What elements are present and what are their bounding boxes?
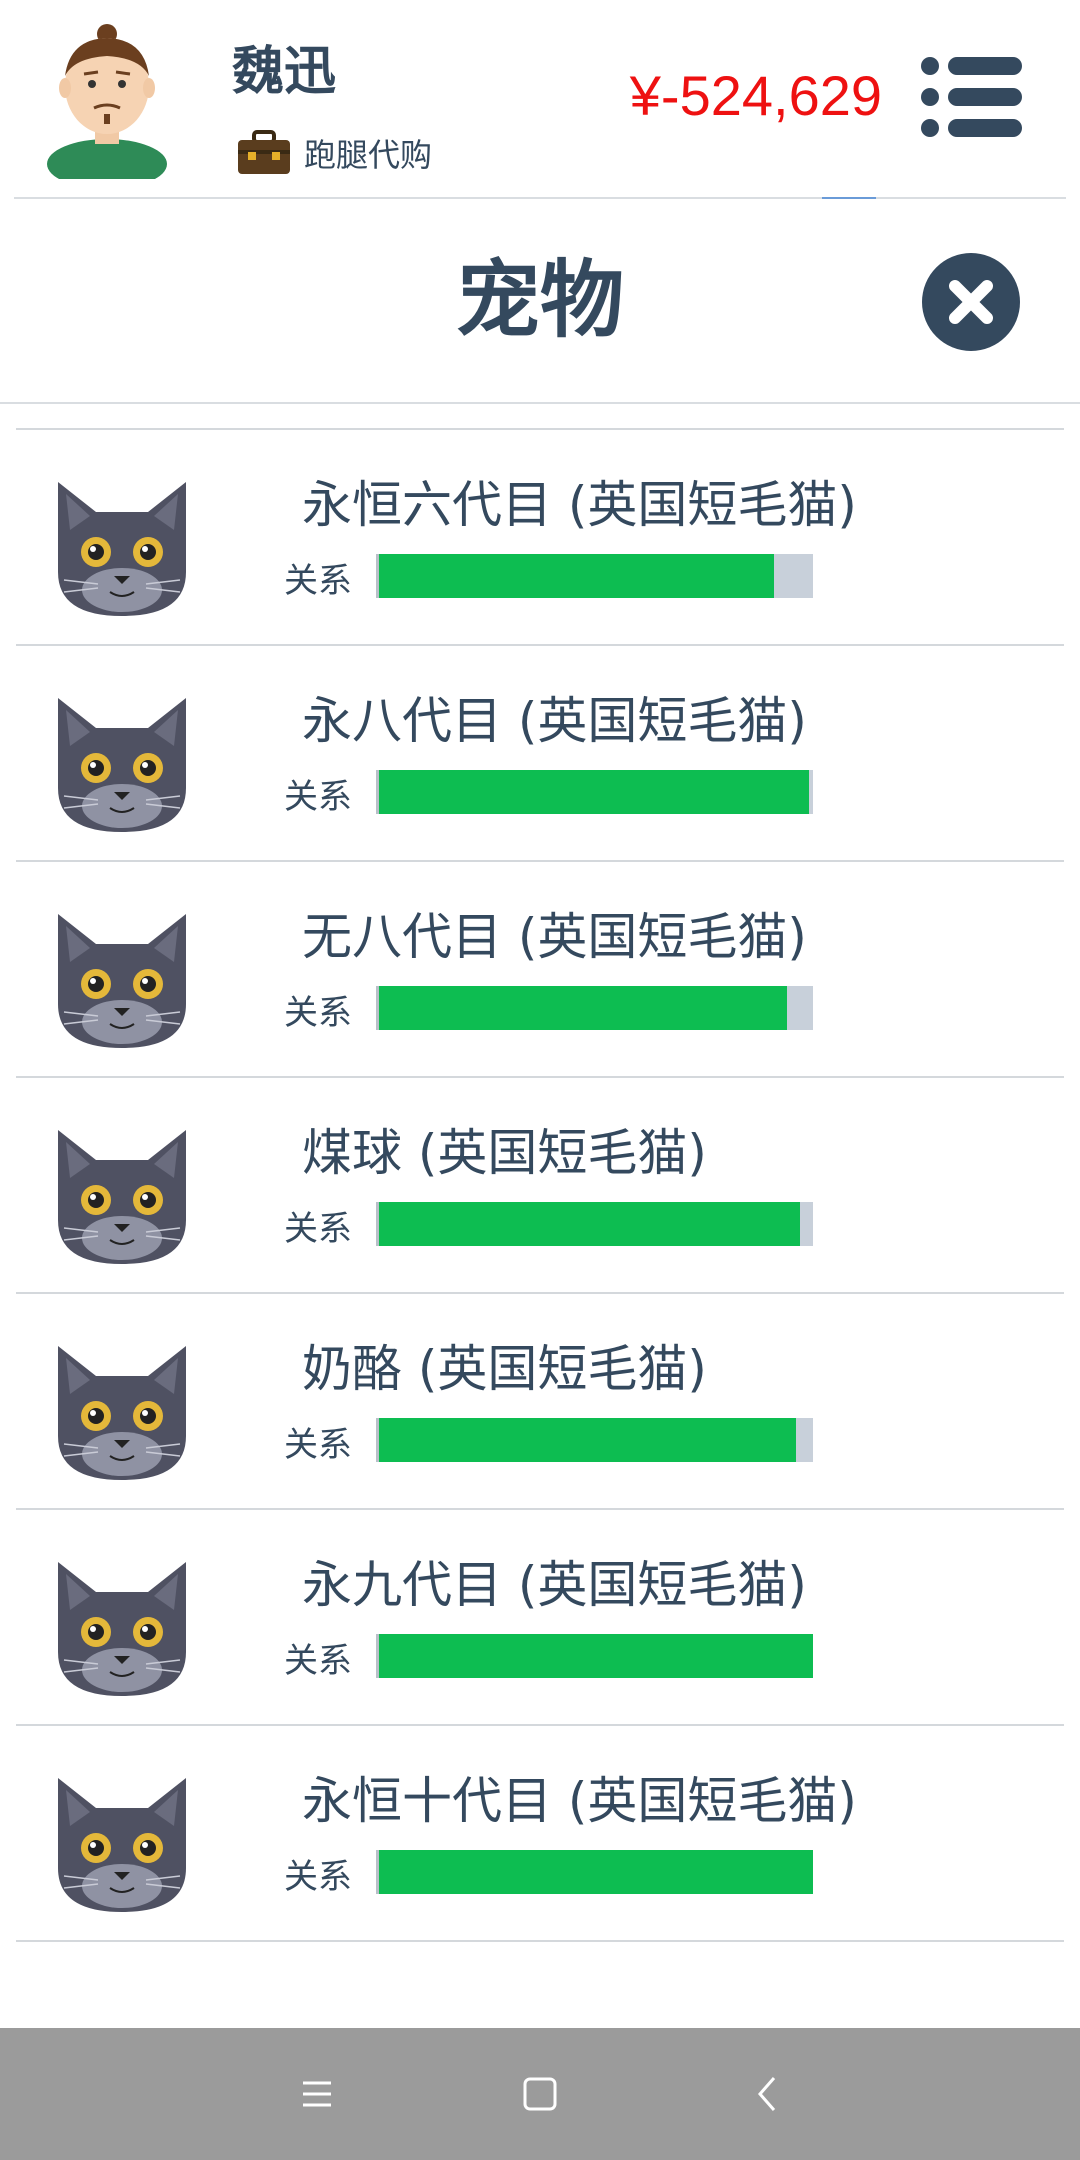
back-chevron-icon[interactable]	[738, 2064, 798, 2124]
relation-bar	[376, 554, 813, 598]
pet-name: 煤球 (英国短毛猫)	[302, 1124, 707, 1182]
user-name: 魏迅	[232, 42, 337, 102]
relation-label: 关系	[284, 1425, 352, 1465]
home-square-icon[interactable]	[510, 2064, 570, 2124]
relation-bar-fill	[379, 1418, 796, 1462]
relation-bar-fill	[379, 554, 774, 598]
relation-bar-fill	[379, 986, 787, 1030]
cat-icon	[52, 1120, 192, 1264]
relation-label: 关系	[284, 1857, 352, 1897]
relation-label: 关系	[284, 1641, 352, 1681]
pet-row[interactable]: 无八代目 (英国短毛猫) 关系	[0, 862, 1080, 1078]
relation-bar	[376, 1418, 813, 1462]
pet-row[interactable]: 永恒十代目 (英国短毛猫) 关系	[0, 1726, 1080, 1942]
pet-name: 永恒六代目 (英国短毛猫)	[302, 476, 857, 534]
top-header: 魏迅 跑腿代购 ¥-524,629	[0, 0, 1080, 201]
pet-name: 奶酪 (英国短毛猫)	[302, 1340, 707, 1398]
pet-list[interactable]: 永恒五代目 (英国短毛猫)关系永恒六代目 (英国短毛猫)关系永八代目 (英国短毛…	[0, 403, 1080, 1986]
pet-row[interactable]: 永恒五代目 (英国短毛猫)关系	[0, 403, 1080, 430]
money-balance: ¥-524,629	[629, 64, 882, 127]
dialog-titlebar: 宠物	[0, 199, 1080, 404]
job-info[interactable]: 跑腿代购	[236, 128, 432, 178]
relation-bar	[376, 770, 813, 814]
relation-bar-fill	[379, 1850, 813, 1894]
relation-bar-fill	[379, 1202, 800, 1246]
relation-label: 关系	[284, 993, 352, 1033]
relation-bar-fill	[379, 770, 809, 814]
relation-label: 关系	[284, 561, 352, 601]
cat-icon	[52, 1552, 192, 1696]
relation-label: 关系	[284, 777, 352, 817]
briefcase-icon	[238, 130, 290, 174]
pet-name: 永九代目 (英国短毛猫)	[302, 1556, 807, 1614]
cat-icon	[52, 904, 192, 1048]
pet-name: 无八代目 (英国短毛猫)	[302, 908, 807, 966]
system-nav-bar	[0, 2028, 1080, 2160]
relation-label: 关系	[284, 1209, 352, 1249]
pet-row[interactable]: 永八代目 (英国短毛猫) 关系	[0, 646, 1080, 862]
avatar[interactable]	[40, 14, 175, 179]
relation-bar-fill	[379, 1634, 813, 1678]
cat-icon	[52, 688, 192, 832]
pet-name: 永八代目 (英国短毛猫)	[302, 692, 807, 750]
pet-name: 永恒十代目 (英国短毛猫)	[302, 1772, 857, 1830]
cat-icon	[52, 1768, 192, 1912]
list-menu-icon[interactable]	[918, 52, 1026, 142]
pet-row[interactable]: 永九代目 (英国短毛猫) 关系	[0, 1510, 1080, 1726]
pet-row[interactable]: 奶酪 (英国短毛猫) 关系	[0, 1294, 1080, 1510]
row-divider	[16, 1940, 1064, 1942]
cat-icon	[52, 472, 192, 616]
relation-bar	[376, 1202, 813, 1246]
relation-bar	[376, 1850, 813, 1894]
menu-lines-icon[interactable]	[287, 2064, 347, 2124]
relation-bar	[376, 1634, 813, 1678]
pet-row[interactable]: 永恒六代目 (英国短毛猫) 关系	[0, 430, 1080, 646]
dialog-title: 宠物	[455, 251, 624, 349]
pet-row[interactable]: 煤球 (英国短毛猫) 关系	[0, 1078, 1080, 1294]
job-label: 跑腿代购	[304, 136, 433, 174]
relation-bar	[376, 986, 813, 1030]
cat-icon	[52, 1336, 192, 1480]
close-icon[interactable]	[920, 251, 1022, 353]
